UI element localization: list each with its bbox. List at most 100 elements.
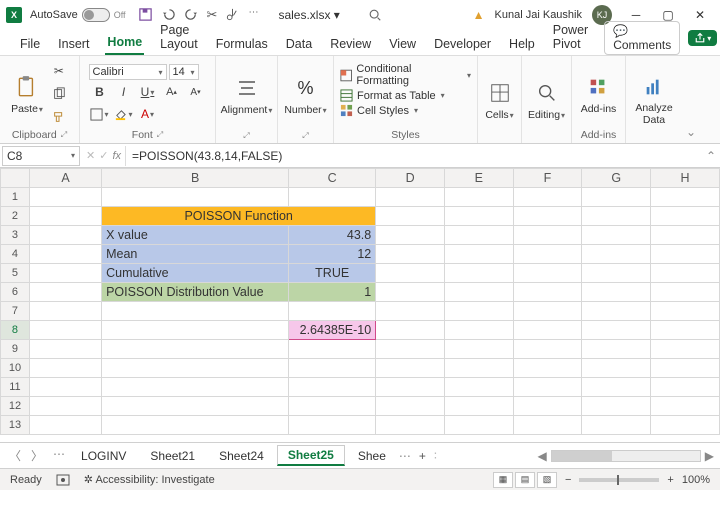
- row-header[interactable]: 13: [1, 416, 30, 435]
- font-color-button[interactable]: A▾: [137, 104, 159, 124]
- col-header-e[interactable]: E: [445, 169, 514, 188]
- editing-button[interactable]: Editing▾: [526, 77, 567, 123]
- format-as-table-button[interactable]: Format as Table▾: [340, 89, 445, 102]
- row-header[interactable]: 8: [1, 321, 30, 340]
- row-header[interactable]: 1: [1, 188, 30, 207]
- border-button[interactable]: ▾: [89, 104, 111, 124]
- toggle-icon[interactable]: [82, 8, 110, 22]
- more-tabs-icon[interactable]: ⋯: [399, 449, 411, 463]
- search-icon[interactable]: [368, 8, 382, 22]
- tab-home[interactable]: Home: [105, 35, 144, 55]
- filename[interactable]: sales.xlsx ▾: [278, 8, 339, 22]
- tab-insert[interactable]: Insert: [56, 37, 91, 55]
- enter-formula-icon[interactable]: ✓: [99, 149, 108, 162]
- italic-button[interactable]: I: [113, 82, 135, 102]
- tab-file[interactable]: File: [18, 37, 42, 55]
- user-name[interactable]: Kunal Jai Kaushik: [495, 9, 582, 21]
- cut-icon[interactable]: ✂: [207, 7, 218, 23]
- paste-button[interactable]: Paste▾: [9, 71, 45, 117]
- horizontal-scrollbar[interactable]: [551, 450, 701, 462]
- save-icon[interactable]: [138, 7, 153, 23]
- format-painter-button[interactable]: [48, 107, 70, 127]
- tab-nav-prev-icon[interactable]: 〈: [6, 447, 24, 464]
- row-header[interactable]: 4: [1, 245, 30, 264]
- undo-icon[interactable]: [161, 7, 176, 23]
- font-expand-icon[interactable]: ⤢: [157, 130, 163, 140]
- cell[interactable]: POISSON Distribution Value: [102, 283, 289, 302]
- tab-help[interactable]: Help: [507, 37, 537, 55]
- conditional-formatting-button[interactable]: Conditional Formatting▾: [340, 63, 471, 87]
- clipboard-expand-icon[interactable]: ⤢: [61, 130, 67, 140]
- col-header-f[interactable]: F: [513, 169, 582, 188]
- fill-color-button[interactable]: ▾: [113, 104, 135, 124]
- scroll-right-icon[interactable]: ▶: [705, 449, 714, 463]
- zoom-in-button[interactable]: +: [667, 474, 673, 486]
- tab-review[interactable]: Review: [328, 37, 373, 55]
- addins-button[interactable]: Add-ins: [579, 71, 619, 117]
- autosave-toggle[interactable]: AutoSave Off: [30, 8, 126, 22]
- cell[interactable]: 43.8: [289, 226, 376, 245]
- select-all-corner[interactable]: [1, 169, 30, 188]
- cell-styles-button[interactable]: Cell Styles▾: [340, 104, 418, 117]
- font-size-combo[interactable]: 14▾: [169, 64, 199, 80]
- cell[interactable]: Mean: [102, 245, 289, 264]
- zoom-level[interactable]: 100%: [682, 474, 710, 486]
- cell[interactable]: Cumulative: [102, 264, 289, 283]
- underline-button[interactable]: U▾: [137, 82, 159, 102]
- normal-view-button[interactable]: ▦: [493, 472, 513, 488]
- row-header[interactable]: 6: [1, 283, 30, 302]
- col-header-b[interactable]: B: [102, 169, 289, 188]
- more-commands-icon[interactable]: ⋯: [248, 7, 258, 23]
- name-box[interactable]: C8▾: [2, 146, 80, 166]
- row-header[interactable]: 2: [1, 207, 30, 226]
- sheet-tab[interactable]: LOGINV: [70, 446, 137, 466]
- analyze-data-button[interactable]: Analyze Data: [632, 71, 676, 128]
- col-header-g[interactable]: G: [582, 169, 651, 188]
- tab-formulas[interactable]: Formulas: [214, 37, 270, 55]
- redo-icon[interactable]: [184, 7, 199, 23]
- tab-developer[interactable]: Developer: [432, 37, 493, 55]
- row-header[interactable]: 11: [1, 378, 30, 397]
- share-button[interactable]: ▾: [688, 30, 717, 46]
- touch-icon[interactable]: [225, 7, 240, 23]
- accessibility-status[interactable]: ✲ Accessibility: Investigate: [84, 473, 215, 486]
- cut-button[interactable]: ✂: [48, 61, 70, 81]
- zoom-slider[interactable]: [579, 478, 659, 482]
- macro-record-icon[interactable]: [56, 473, 70, 487]
- cancel-formula-icon[interactable]: ✕: [86, 149, 95, 162]
- formula-input[interactable]: =POISSON(43.8,14,FALSE): [126, 149, 702, 163]
- collapse-ribbon-icon[interactable]: ⌄: [682, 56, 700, 143]
- worksheet-grid[interactable]: A B C D E F G H 1 2POISSON Function 3X v…: [0, 168, 720, 442]
- tab-view[interactable]: View: [387, 37, 418, 55]
- tab-nav-more-icon[interactable]: ⋯: [50, 447, 68, 464]
- number-button[interactable]: % Number▾: [282, 72, 328, 118]
- tab-page-layout[interactable]: Page Layout: [158, 23, 200, 55]
- cell[interactable]: X value: [102, 226, 289, 245]
- row-header[interactable]: 3: [1, 226, 30, 245]
- fx-icon[interactable]: fx: [112, 150, 121, 162]
- row-header[interactable]: 10: [1, 359, 30, 378]
- cell[interactable]: 12: [289, 245, 376, 264]
- row-header[interactable]: 12: [1, 397, 30, 416]
- row-header[interactable]: 7: [1, 302, 30, 321]
- number-expand-icon[interactable]: ⤢: [302, 131, 308, 141]
- cells-button[interactable]: Cells▾: [483, 77, 515, 123]
- page-break-view-button[interactable]: ▧: [537, 472, 557, 488]
- col-header-a[interactable]: A: [29, 169, 101, 188]
- cell[interactable]: TRUE: [289, 264, 376, 283]
- scroll-left-icon[interactable]: ◀: [538, 449, 547, 463]
- active-cell[interactable]: 2.64385E-10: [289, 321, 376, 340]
- page-layout-view-button[interactable]: ▤: [515, 472, 535, 488]
- decrease-font-icon[interactable]: A▾: [185, 82, 207, 102]
- warning-icon[interactable]: ▲: [473, 8, 485, 22]
- tab-power-pivot[interactable]: Power Pivot: [551, 23, 590, 55]
- sheet-tab-active[interactable]: Sheet25: [277, 445, 345, 466]
- comments-button[interactable]: 💬 Comments: [604, 21, 680, 55]
- increase-font-icon[interactable]: A▴: [161, 82, 183, 102]
- row-header[interactable]: 9: [1, 340, 30, 359]
- alignment-expand-icon[interactable]: ⤢: [243, 131, 249, 141]
- tab-data[interactable]: Data: [284, 37, 314, 55]
- copy-button[interactable]: [48, 84, 70, 104]
- alignment-button[interactable]: Alignment▾: [219, 72, 275, 118]
- cell[interactable]: POISSON Function: [102, 207, 376, 226]
